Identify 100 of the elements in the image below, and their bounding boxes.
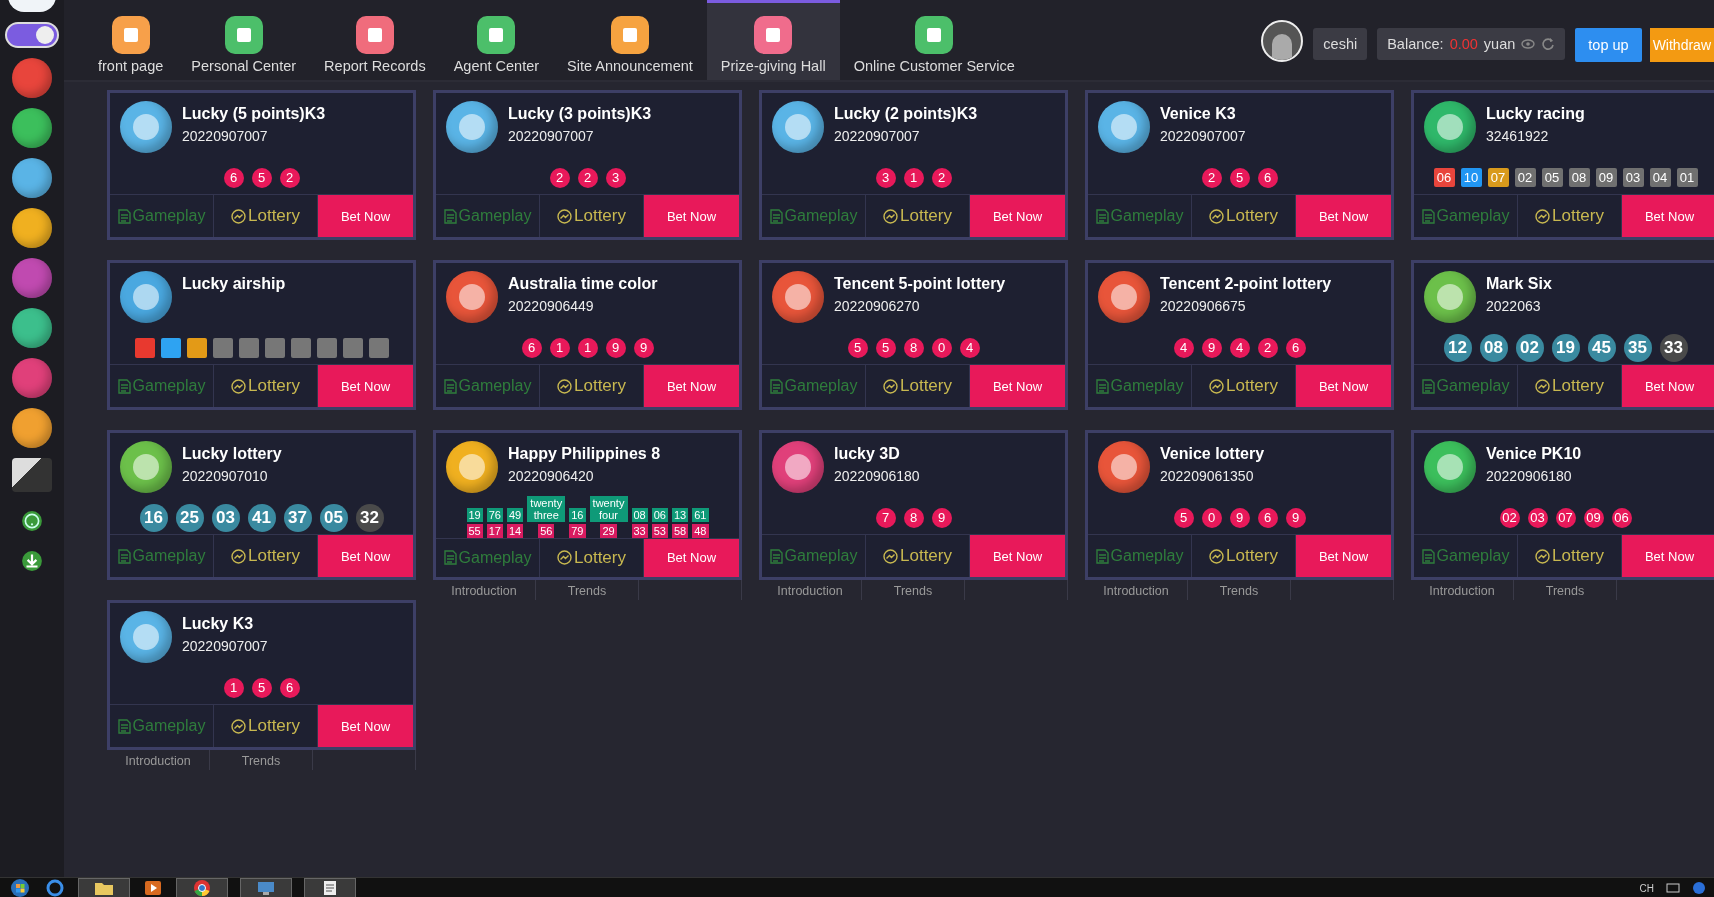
gameplay-link[interactable]: Gameplay — [110, 705, 214, 747]
document-icon — [117, 718, 131, 734]
result-tile: 79 — [569, 523, 586, 538]
nav-tab[interactable]: Prize-giving Hall — [706, 0, 840, 80]
card-link[interactable]: Trends — [1514, 580, 1617, 600]
result-square: 01 — [1676, 168, 1698, 187]
card-link[interactable]: Trends — [536, 580, 639, 600]
card-link[interactable]: Trends — [1188, 580, 1291, 600]
gameplay-link[interactable]: Gameplay — [762, 365, 866, 407]
bet-now-button[interactable]: Bet Now — [1296, 365, 1391, 407]
gameplay-link[interactable]: Gameplay — [1088, 365, 1192, 407]
download-icon[interactable] — [21, 550, 43, 572]
gameplay-link[interactable]: Gameplay — [1414, 365, 1518, 407]
gameplay-link[interactable]: Gameplay — [1088, 535, 1192, 577]
game-title: lucky 3D — [834, 445, 901, 463]
result-ball: 4 — [1229, 337, 1250, 358]
gameplay-link[interactable]: Gameplay — [1414, 535, 1518, 577]
result-ball: 2 — [1201, 167, 1222, 188]
chart-icon — [231, 208, 246, 224]
gameplay-link[interactable]: Gameplay — [436, 538, 540, 577]
nav-tab[interactable]: Personal Center — [177, 0, 311, 80]
avatar-icon[interactable] — [1261, 20, 1304, 62]
bet-now-button[interactable]: Bet Now — [1622, 365, 1714, 407]
result-ball: 12 — [1443, 333, 1472, 362]
result-ball: 37 — [283, 503, 312, 532]
game-icon[interactable] — [12, 58, 52, 98]
card-link[interactable]: Trends — [862, 580, 965, 600]
chart-icon — [1209, 548, 1224, 564]
result-ball: 09 — [1583, 507, 1604, 528]
bet-now-button[interactable]: Bet Now — [1296, 195, 1391, 237]
nav-tab[interactable]: Site Announcement — [553, 0, 707, 80]
result-ball: 1 — [549, 337, 570, 358]
game-icon[interactable] — [12, 408, 52, 448]
result-ball: 6 — [1257, 507, 1278, 528]
gameplay-link[interactable]: Gameplay — [436, 195, 540, 237]
browser-icon[interactable] — [44, 878, 66, 897]
chart-icon — [883, 208, 898, 224]
start-button-icon[interactable] — [8, 878, 32, 897]
balance-label: Balance: — [1387, 36, 1444, 52]
result-tile: 53 — [651, 523, 668, 538]
gameplay-link[interactable]: Gameplay — [762, 535, 866, 577]
bet-now-button[interactable]: Bet Now — [1622, 195, 1714, 237]
result-ball: 1 — [577, 337, 598, 358]
nav-tab[interactable]: Online Customer Service — [839, 0, 1029, 80]
notepad-icon[interactable] — [321, 880, 339, 896]
bet-now-button[interactable]: Bet Now — [970, 195, 1065, 237]
toggle-switch[interactable] — [5, 22, 59, 48]
bet-now-button[interactable]: Bet Now — [318, 535, 413, 577]
result-square: 10 — [1460, 168, 1482, 187]
language-indicator[interactable]: CH — [1639, 882, 1654, 894]
result-tile: 14 — [507, 523, 524, 538]
game-icon[interactable] — [12, 308, 52, 348]
gameplay-link[interactable]: Gameplay — [110, 535, 214, 577]
bet-now-button[interactable]: Bet Now — [318, 365, 413, 407]
game-icon[interactable] — [12, 258, 52, 298]
nav-tab[interactable]: Agent Center — [439, 0, 554, 80]
folder-icon[interactable] — [94, 880, 114, 896]
bet-now-button[interactable]: Bet Now — [1296, 535, 1391, 577]
card-link[interactable]: Introduction — [107, 750, 210, 770]
bet-now-button[interactable]: Bet Now — [970, 365, 1065, 407]
card-link[interactable]: Trends — [210, 750, 313, 770]
result-square: 09 — [1595, 168, 1617, 187]
game-icon[interactable] — [12, 108, 52, 148]
bet-now-button[interactable]: Bet Now — [644, 195, 739, 237]
gameplay-link[interactable]: Gameplay — [762, 195, 866, 237]
gameplay-link[interactable]: Gameplay — [110, 195, 214, 237]
game-icon[interactable] — [12, 158, 52, 198]
game-icon[interactable] — [12, 208, 52, 248]
bet-now-button[interactable]: Bet Now — [644, 365, 739, 407]
result-tile: 29 — [600, 523, 617, 538]
chrome-icon[interactable] — [193, 879, 211, 897]
media-player-icon[interactable] — [142, 879, 164, 897]
bet-now-button[interactable]: Bet Now — [1622, 535, 1714, 577]
card-link[interactable]: Introduction — [1411, 580, 1514, 600]
top-up-button[interactable]: top up — [1575, 28, 1642, 62]
game-title: Lucky (5 points)K3 — [182, 105, 326, 123]
gameplay-link[interactable]: Gameplay — [436, 365, 540, 407]
bet-now-button[interactable]: Bet Now — [644, 538, 739, 577]
chart-icon — [1535, 378, 1550, 394]
game-title: Tencent 2-point lottery — [1160, 275, 1332, 293]
game-icon[interactable] — [12, 358, 52, 398]
result-ball: 33 — [1659, 333, 1688, 362]
refresh-icon[interactable] — [1541, 37, 1556, 51]
game-title: Venice lottery — [1160, 445, 1265, 463]
monitor-icon[interactable] — [256, 880, 276, 896]
gameplay-link[interactable]: Gameplay — [1088, 195, 1192, 237]
card-link[interactable]: Introduction — [1085, 580, 1188, 600]
gameplay-link[interactable]: Gameplay — [1414, 195, 1518, 237]
nav-tab[interactable]: front page — [84, 0, 178, 80]
result-tile: 17 — [486, 523, 503, 538]
gameplay-link[interactable]: Gameplay — [110, 365, 214, 407]
bet-now-button[interactable]: Bet Now — [318, 195, 413, 237]
document-icon — [769, 548, 783, 564]
nav-tab[interactable]: Report Records — [310, 0, 440, 80]
card-link[interactable]: Introduction — [759, 580, 862, 600]
currency-label: yuan — [1483, 36, 1516, 52]
card-link[interactable]: Introduction — [433, 580, 536, 600]
bet-now-button[interactable]: Bet Now — [970, 535, 1065, 577]
eye-icon[interactable] — [1521, 39, 1536, 49]
bet-now-button[interactable]: Bet Now — [318, 705, 413, 747]
